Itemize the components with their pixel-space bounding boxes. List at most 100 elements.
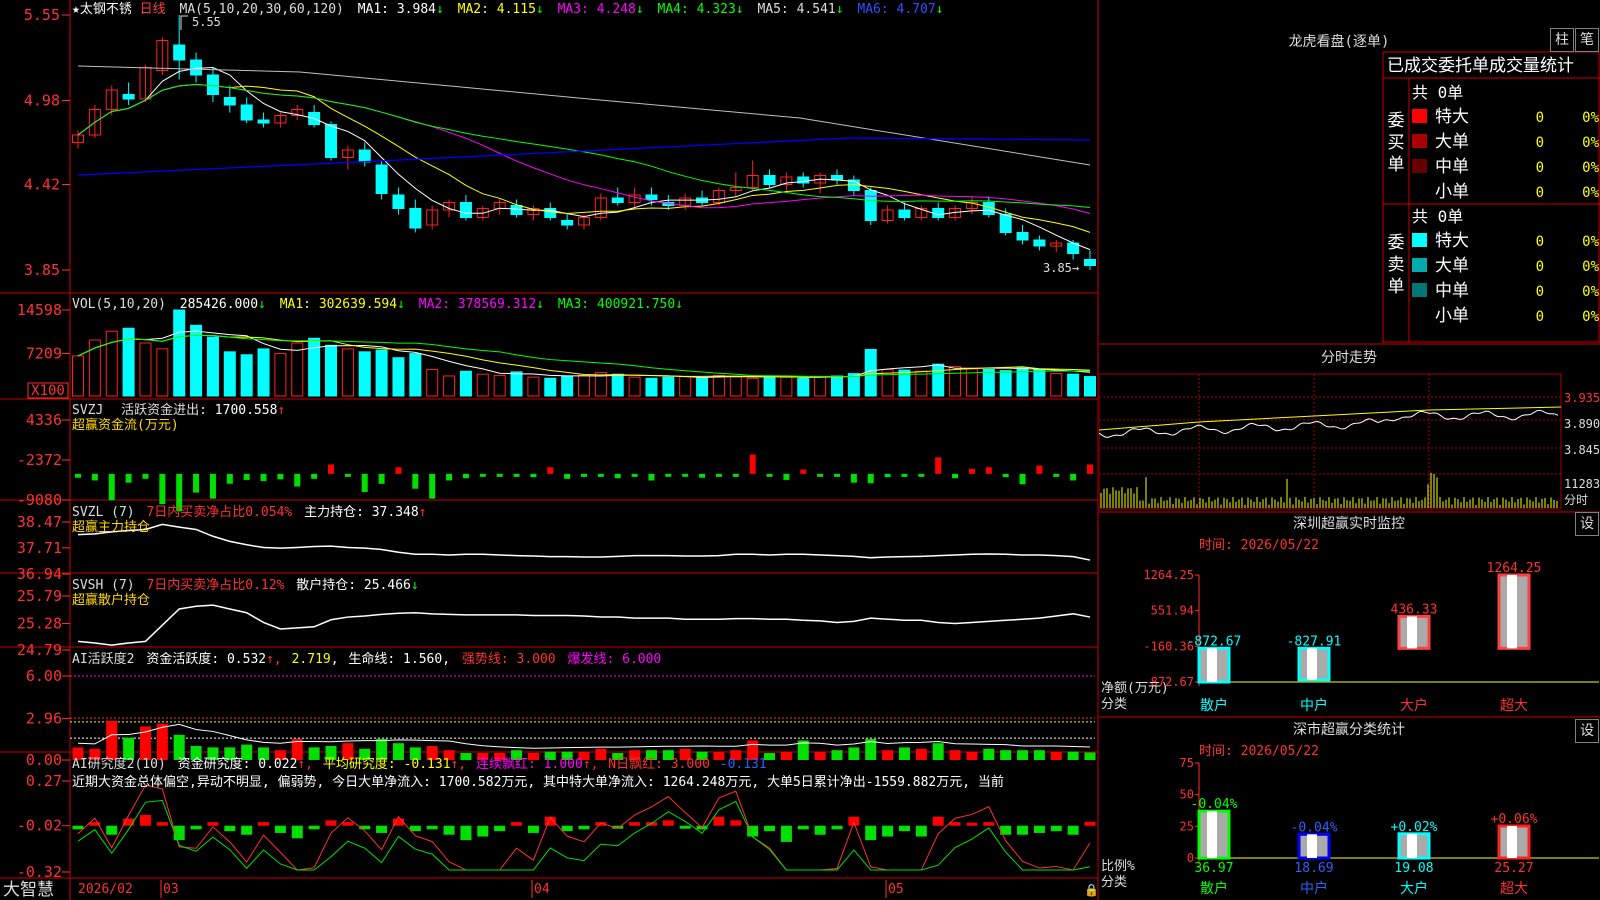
right-panel: 龙虎看盘(逐单) 已成交委托单成交量统计 委买单 共 0单 特大 0 0%大单 0 0%… <box>1099 33 1600 897</box>
svzj-bar <box>699 473 706 478</box>
svzl-label1: 7日内买卖净占比0.054% <box>146 504 292 520</box>
lock-icon[interactable]: 🔒 <box>1084 883 1099 897</box>
candle <box>510 205 523 215</box>
vol-bar <box>72 355 84 397</box>
vertical-char: 卖 <box>1388 255 1405 275</box>
cls-bar-highlight <box>1207 811 1217 858</box>
svzl-tick-label: 37.71 <box>17 539 62 557</box>
svzj-bar <box>783 473 790 480</box>
svzj-bar <box>597 473 604 477</box>
vol-bar <box>544 377 557 397</box>
low-label: 3.85→ <box>1043 261 1079 275</box>
fs-title: 分时走势 <box>1321 350 1377 366</box>
cls-bar-value: 18.69 <box>1294 861 1333 876</box>
svzj-bar <box>665 473 672 477</box>
candle <box>257 119 270 124</box>
vol-bar <box>662 376 675 397</box>
vol-ma3-arrow: ↓ <box>675 297 683 312</box>
vertical-char: 单 <box>1388 277 1405 297</box>
main-chart[interactable]: 5.55 4.98 4.42 3.85 14598 7209 X100 4336 -2372… <box>0 0 1100 900</box>
ai2-bar <box>865 825 877 841</box>
fs-frame <box>1099 373 1562 510</box>
vol-bar <box>173 309 186 397</box>
date-label-0: 2026/02 <box>78 882 133 897</box>
brand-label: 大智慧 <box>3 880 54 900</box>
vol-bar <box>797 377 810 397</box>
ai2-bar <box>629 822 641 826</box>
sz-bar-highlight <box>1507 575 1517 649</box>
svzj-tick-label: 4336 <box>26 411 62 429</box>
ai1-l4: 强势线: 3.000 <box>462 651 556 667</box>
svzj-bar <box>125 473 132 483</box>
column-mode-button[interactable]: 柱 <box>1550 28 1574 52</box>
period-label: 日线 <box>140 2 166 17</box>
vol-bar <box>932 363 945 397</box>
svzj-bar <box>395 467 402 474</box>
ma-line-5 <box>77 65 1091 166</box>
ai2-bar <box>831 825 843 830</box>
row-name: 大单 <box>1435 256 1469 276</box>
ai1-bar <box>831 750 843 760</box>
vol-value-arrow: ↓ <box>258 297 266 312</box>
ai2-analysis-text: 近期大资金总体偏空,异动不明显, 偏弱势, 今日大单净流入: 1700.582万… <box>72 774 1004 790</box>
buy-vertical-label: 委买单 <box>1388 111 1405 175</box>
cls-title: 深市超赢分类统计 <box>1293 721 1405 738</box>
cls-tick-label: 0 <box>1187 851 1194 865</box>
ai2-bar <box>258 822 270 826</box>
swatch <box>1412 159 1427 173</box>
svzj-tick-label: -9080 <box>17 491 62 509</box>
ai1-l3: 生命线: 1.560 <box>348 651 442 667</box>
vol-bar <box>1067 373 1080 397</box>
svzj-bar <box>935 457 942 474</box>
ai1-bar <box>139 726 151 760</box>
vol-bar <box>645 377 658 397</box>
sz-axis-label: 净额(万元) <box>1101 681 1169 696</box>
svzj-bar <box>614 473 621 479</box>
row-value: 0 <box>1536 185 1544 201</box>
row-percent: 0% <box>1582 185 1599 201</box>
ai1-l5: 爆发线: 6.000 <box>567 651 661 667</box>
ai2-research-line <box>77 799 1091 871</box>
date-label-1: 03 <box>163 882 179 897</box>
ai2-bar <box>932 816 944 826</box>
vol-bar <box>763 375 776 397</box>
ai2-bar <box>106 825 118 835</box>
cls-cat-label: 超大 <box>1500 881 1528 897</box>
svzj-bar <box>311 473 318 479</box>
ai2-l2: 平均研究度: -0.131 <box>323 756 451 772</box>
price-tick-label: 4.98 <box>24 92 60 110</box>
sz-bar-highlight <box>1407 616 1417 649</box>
price-panel: 5.55 4.98 4.42 3.85 <box>24 6 1096 279</box>
fs-tick: 3.845 <box>1564 443 1600 457</box>
cls-settings-button[interactable]: 设 <box>1575 719 1599 743</box>
fs-vol-tick: 分时 <box>1564 493 1588 507</box>
cls-axis-label: 比例% <box>1101 859 1135 874</box>
volume-panel: 14598 7209 X100 <box>17 301 1096 399</box>
svzj-header: SVZJ 活跃资金进出: 1700.558↑ <box>72 402 285 418</box>
cls-bar-change: +0.02% <box>1391 820 1438 835</box>
candle <box>1033 239 1046 247</box>
tick-mode-button[interactable]: 笔 <box>1575 28 1599 52</box>
ai1-bar <box>848 747 860 760</box>
cls-cat-label: 中户 <box>1300 880 1328 897</box>
vol-bar <box>341 348 354 397</box>
ai1-bar <box>882 750 894 760</box>
candle <box>932 208 945 218</box>
ai2-bar <box>797 825 809 830</box>
sz-cat-label: 中户 <box>1300 697 1328 714</box>
svzj-bar <box>260 473 267 482</box>
ai2-l3: 连续飘红: 1.000 <box>476 756 583 772</box>
sz-settings-button[interactable]: 设 <box>1575 512 1599 536</box>
ai1-bar <box>1033 750 1045 760</box>
cls-tick-label: 25 <box>1180 819 1194 833</box>
svzj-bar <box>547 467 554 474</box>
candle <box>122 94 135 100</box>
vol-bar <box>206 336 219 397</box>
vol-bar <box>392 357 405 397</box>
row-name: 中单 <box>1435 157 1469 177</box>
svzj-bar <box>412 473 419 489</box>
vol-unit-label: X100 <box>31 383 65 399</box>
ai2-bar <box>527 825 539 833</box>
svzj-bar <box>159 473 166 505</box>
vol-tick-label: 14598 <box>17 301 62 319</box>
